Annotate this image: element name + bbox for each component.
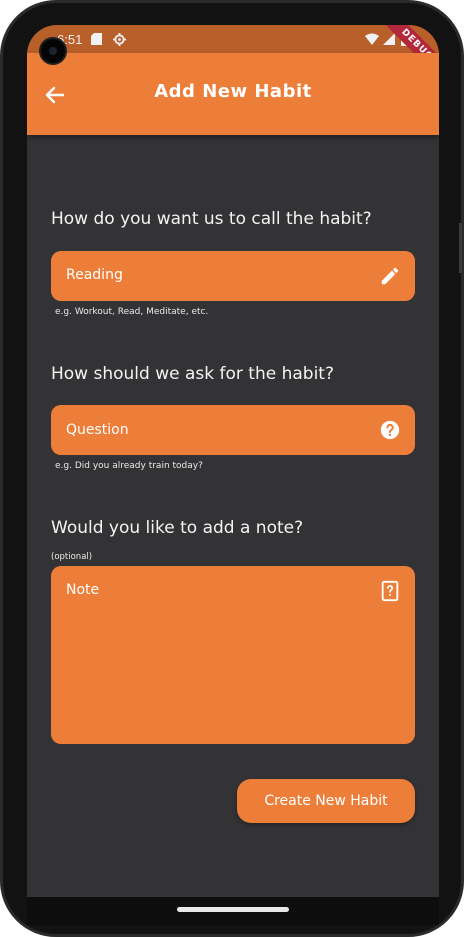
phone-frame: 6:51 DEBUG Add New Habit How do you want… [0, 0, 464, 937]
screen: 6:51 DEBUG Add New Habit How do you want… [27, 25, 439, 897]
habit-question-helper: e.g. Did you already train today? [55, 461, 203, 471]
habit-name-field[interactable]: Reading [51, 251, 415, 301]
status-bar: 6:51 DEBUG [27, 25, 439, 85]
home-indicator[interactable] [177, 907, 289, 912]
habit-name-question: How do you want us to call the habit? [51, 209, 372, 229]
note-field[interactable]: Note [51, 566, 415, 744]
front-camera [39, 37, 67, 65]
app-bar: Add New Habit [27, 53, 439, 135]
pencil-icon[interactable] [379, 265, 401, 287]
habit-note-question: Would you like to add a note? [51, 518, 304, 538]
create-habit-button[interactable]: Create New Habit [237, 779, 415, 823]
sd-card-icon [91, 33, 102, 45]
note-placeholder[interactable]: Note [66, 582, 99, 598]
side-button [459, 223, 462, 273]
habit-question-question: How should we ask for the habit? [51, 364, 334, 384]
habit-question-placeholder[interactable]: Question [66, 422, 129, 438]
note-question-icon [381, 580, 399, 602]
habit-question-field[interactable]: Question [51, 405, 415, 455]
habit-name-value[interactable]: Reading [66, 267, 123, 283]
signal-icon [383, 33, 395, 45]
page-title: Add New Habit [154, 81, 312, 102]
habit-name-helper: e.g. Workout, Read, Meditate, etc. [55, 307, 209, 317]
help-circle-icon [380, 420, 400, 440]
wifi-icon [365, 33, 379, 45]
optional-label: (optional) [51, 552, 93, 562]
gear-icon [113, 33, 126, 46]
